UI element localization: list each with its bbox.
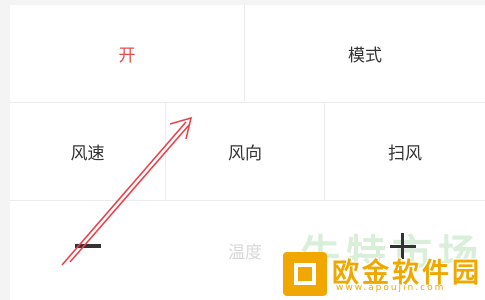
watermark-logo-mark (294, 263, 316, 285)
wind-direction-button[interactable]: 风向 (166, 103, 324, 200)
wind-direction-label: 风向 (228, 144, 262, 164)
swing-label: 扫风 (388, 144, 422, 164)
wind-speed-label: 风速 (70, 144, 105, 164)
minus-icon (75, 244, 101, 248)
power-button[interactable]: 开 (10, 5, 244, 102)
temperature-decrease-button[interactable] (10, 201, 160, 300)
mode-button-label: 模式 (348, 46, 382, 66)
wind-speed-button[interactable]: 风速 (10, 103, 165, 200)
temperature-text: 温度 (228, 243, 262, 263)
power-button-label: 开 (118, 46, 136, 66)
watermark-url: www.apoujin.com (336, 283, 446, 293)
mode-button[interactable]: 模式 (245, 5, 485, 102)
swing-button[interactable]: 扫风 (325, 103, 485, 200)
